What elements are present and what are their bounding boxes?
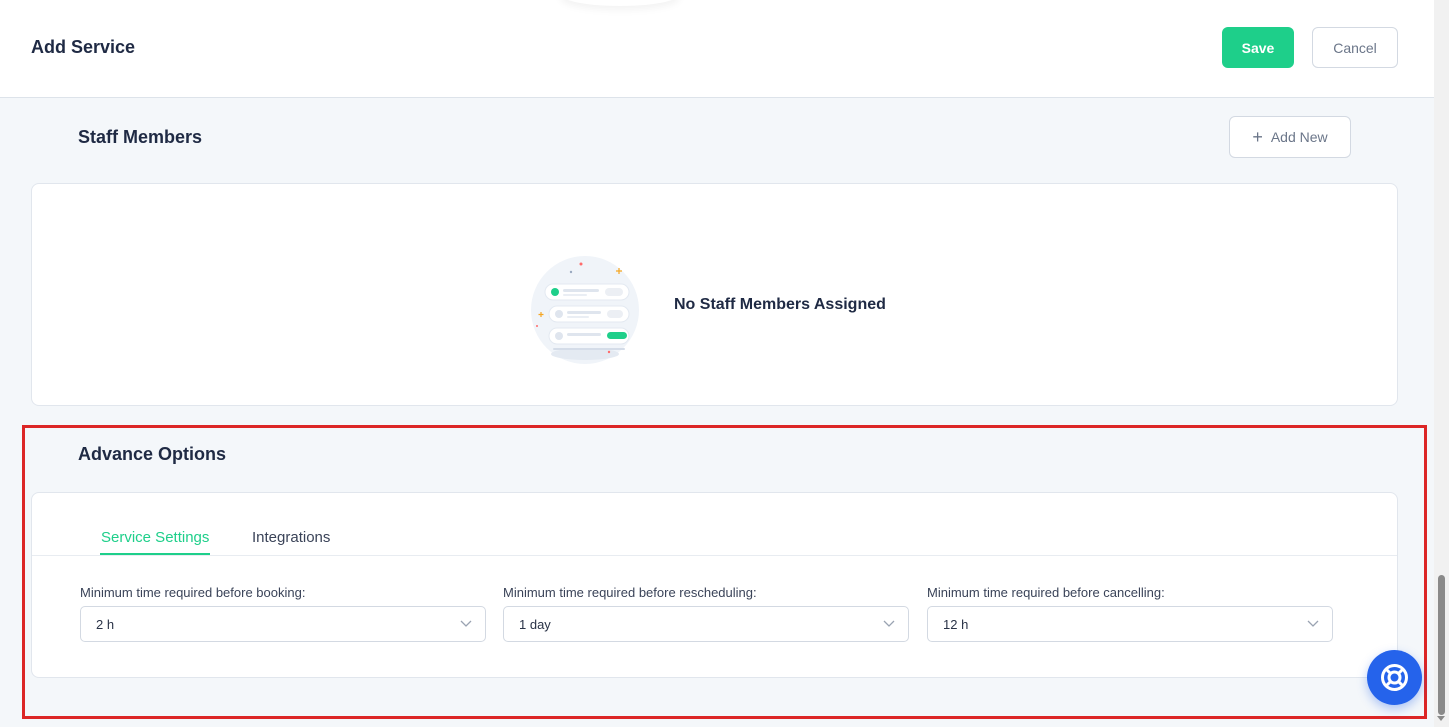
staff-empty-illustration: [529, 254, 641, 366]
page-header: Add Service Save Cancel: [0, 0, 1434, 98]
cancel-button[interactable]: Cancel: [1312, 27, 1398, 68]
save-button[interactable]: Save: [1222, 27, 1294, 68]
empty-state-text: No Staff Members Assigned: [674, 296, 886, 313]
highlight-annotation-box: [22, 425, 1427, 719]
lifebuoy-icon: [1381, 664, 1408, 691]
staff-members-title: Staff Members: [78, 127, 203, 147]
page-title: Add Service: [31, 37, 136, 57]
vertical-scrollbar[interactable]: [1434, 0, 1449, 727]
scrollbar-thumb[interactable]: [1438, 575, 1445, 715]
header-decoration: [560, 0, 680, 6]
plus-icon: +: [1252, 127, 1263, 147]
add-new-staff-button[interactable]: + Add New: [1229, 116, 1351, 158]
help-button[interactable]: [1367, 650, 1422, 705]
add-new-label: Add New: [1270, 129, 1328, 145]
staff-members-card: No Staff Members Assigned: [31, 183, 1398, 406]
scroll-down-arrow-icon[interactable]: [1437, 716, 1445, 721]
